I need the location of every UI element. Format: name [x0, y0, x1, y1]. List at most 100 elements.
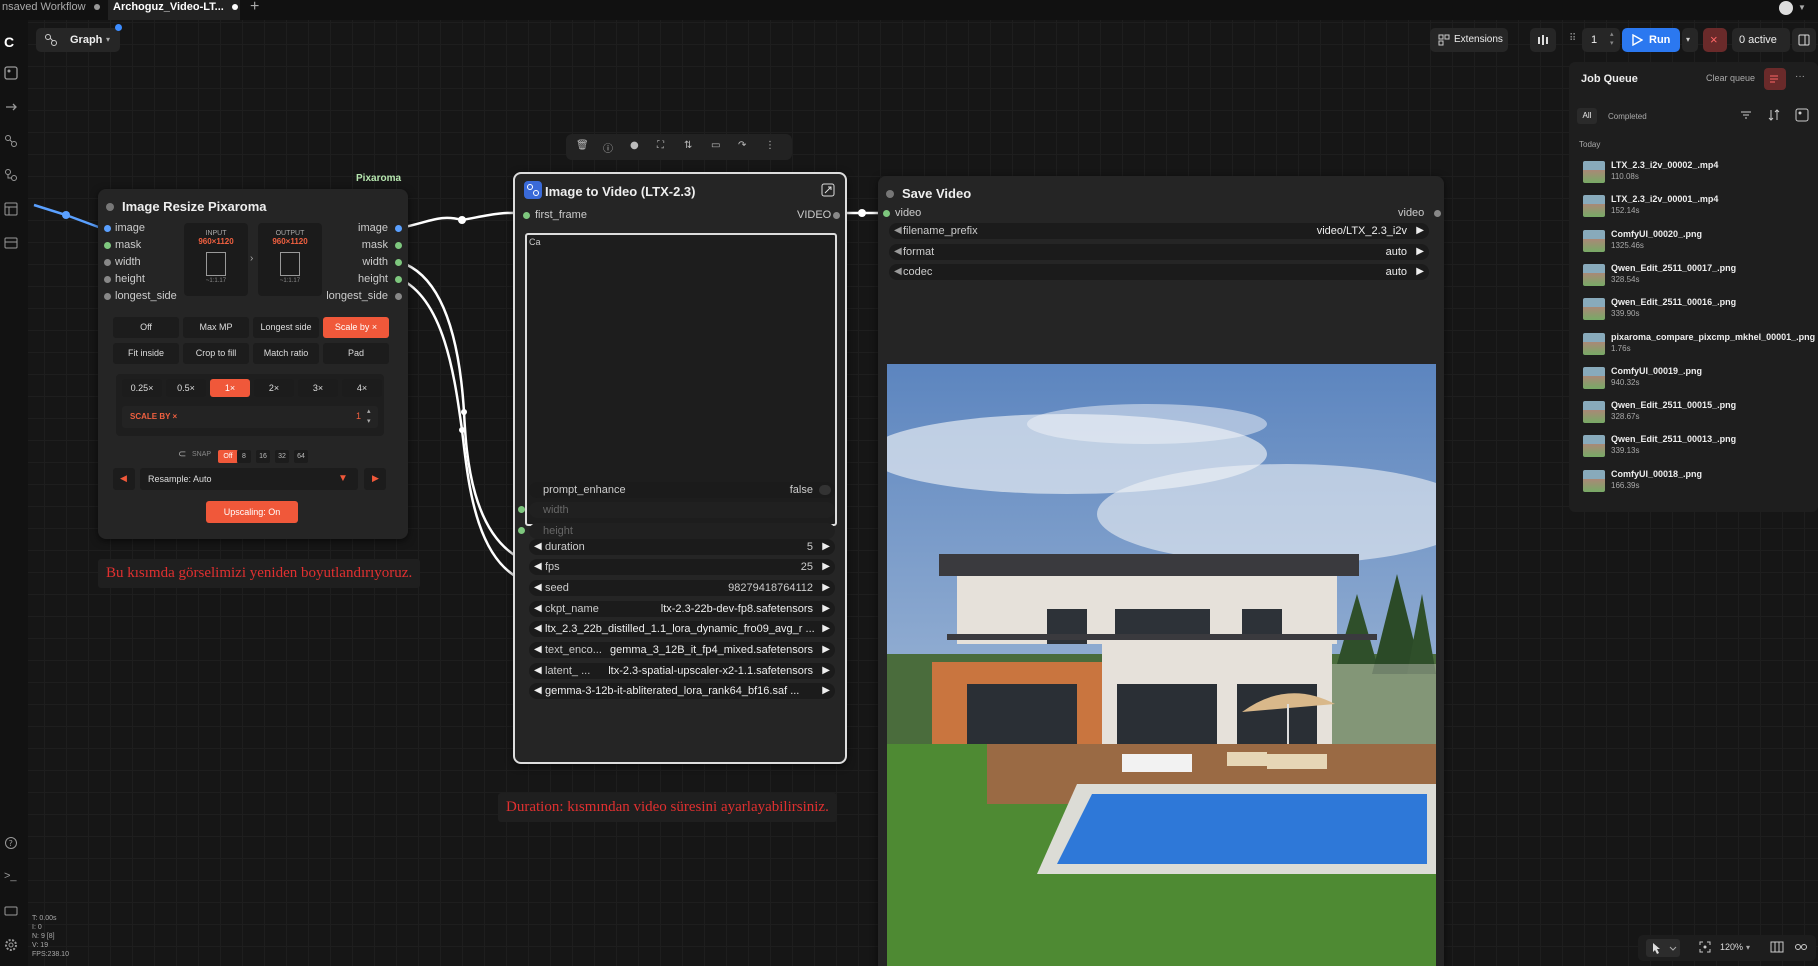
comfyui-canvas[interactable]: nsaved Workflow Archoguz_Video-LT... + ▼…	[0, 0, 1818, 966]
triangle-right-icon[interactable]: ▶	[822, 580, 830, 596]
input-dot-width[interactable]	[104, 259, 111, 266]
node-collapse-dot[interactable]	[886, 190, 894, 198]
queue-item[interactable]: Qwen_Edit_2511_00017_.png 328.54s	[1583, 261, 1813, 291]
snap-option[interactable]: 32	[275, 450, 289, 463]
output-dot-longest_side[interactable]	[395, 293, 402, 300]
triangle-right-icon[interactable]: ▶	[822, 559, 830, 575]
widget-lora[interactable]: ◀ ▶ ltx_2.3_22b_distilled_1.1_lora_dynamic…	[529, 621, 835, 637]
triangle-left-icon[interactable]: ◀	[534, 539, 542, 555]
sort-icon[interactable]	[1767, 108, 1781, 122]
output-dot-mask[interactable]	[395, 242, 402, 249]
widget-seed[interactable]: ◀ ▶ seed 98279418764112	[529, 580, 835, 596]
upscaling-toggle[interactable]: Upscaling: On	[206, 501, 298, 523]
output-dot-image[interactable]	[395, 225, 402, 232]
widget-fps[interactable]: ◀ ▶ fps 25	[529, 559, 835, 575]
fit-button[interactable]: Crop to fill	[183, 343, 249, 364]
note-duration[interactable]: Duration: kısmından video süresini ayarl…	[498, 793, 837, 822]
adjust-icon[interactable]: ⇅	[684, 140, 692, 151]
triangle-left-icon[interactable]: ◀	[534, 580, 542, 596]
triangle-left-icon[interactable]: ◀	[534, 601, 542, 617]
scale-button[interactable]: 3×	[298, 379, 338, 397]
image-resize-node[interactable]: Image Resize Pixaroma image mask width heig…	[98, 189, 408, 539]
widget-codec[interactable]: ◀ ▶ codec auto	[889, 264, 1429, 280]
video-output-dot[interactable]	[1434, 210, 1441, 217]
resample-prev-button[interactable]: ◀	[113, 468, 135, 490]
filter-completed-tab[interactable]: Completed	[1608, 112, 1647, 121]
video-preview-image[interactable]	[887, 364, 1436, 966]
triangle-right-icon[interactable]: ▶	[822, 621, 830, 637]
mode-button[interactable]: Scale by ×	[323, 317, 389, 338]
snap-option[interactable]: Off	[218, 450, 238, 463]
scale-button[interactable]: 0.5×	[166, 379, 206, 397]
output-dot-width[interactable]	[395, 259, 402, 266]
node-collapse-dot[interactable]	[106, 203, 114, 211]
chevron-down-icon[interactable]: ▾	[1746, 943, 1750, 952]
color-icon[interactable]: ●	[630, 140, 639, 151]
input-dot-mask[interactable]	[104, 242, 111, 249]
input-dot-longest_side[interactable]	[104, 293, 111, 300]
snap-option[interactable]: 64	[294, 450, 308, 463]
scale-by-field[interactable]: SCALE BY × 1 ▴ ▾	[122, 406, 378, 428]
triangle-left-icon[interactable]: ◀	[534, 559, 542, 575]
scale-button[interactable]: 1×	[210, 379, 250, 397]
snap-option[interactable]: 8	[237, 450, 251, 463]
widget-filename-prefix[interactable]: ◀ ▶ filename_prefix video/LTX_2.3_i2v	[889, 223, 1429, 239]
image-to-video-node[interactable]: Image to Video (LTX-2.3) first_frame VID…	[513, 172, 847, 764]
note-resize[interactable]: Bu kısımda görselimizi yeniden boyutland…	[98, 559, 421, 588]
bookmark-icon[interactable]: ▭	[711, 140, 720, 151]
queue-item[interactable]: LTX_2.3_i2v_00002_.mp4 110.08s	[1583, 158, 1813, 188]
filter-all-tab[interactable]: All	[1577, 108, 1597, 124]
scale-button[interactable]: 0.25×	[122, 379, 162, 397]
trash-icon[interactable]: 🗑	[576, 140, 589, 151]
widget-prompt-enhance[interactable]: prompt_enhance false	[529, 482, 835, 498]
widget-duration[interactable]: ◀ ▶ duration 5	[529, 539, 835, 555]
input-dot-height[interactable]	[104, 276, 111, 283]
info-icon[interactable]: ⓘ	[603, 140, 613, 155]
queue-item[interactable]: Qwen_Edit_2511_00013_.png 339.13s	[1583, 432, 1813, 462]
fit-view-icon[interactable]	[1698, 940, 1712, 954]
scale-button[interactable]: 2×	[254, 379, 294, 397]
zoom-level[interactable]: 120%	[1720, 942, 1743, 952]
widget-ckpt-name[interactable]: ◀ ▶ ckpt_name ltx-2.3-22b-dev-fp8.safetenso…	[529, 601, 835, 617]
video-input-dot[interactable]	[883, 210, 890, 217]
triangle-right-icon[interactable]: ▶	[822, 683, 830, 699]
gallery-icon[interactable]	[1795, 108, 1809, 122]
triangle-left-icon[interactable]: ◀	[534, 683, 542, 699]
widget-format[interactable]: ◀ ▶ format auto	[889, 243, 1429, 260]
scale-button[interactable]: 4×	[342, 379, 382, 397]
mode-button[interactable]: Longest side	[253, 317, 319, 338]
widget-lora[interactable]: ◀ ▶ gemma-3-12b-it-abliterated_lora_rank64…	[529, 683, 835, 699]
mode-button[interactable]: Max MP	[183, 317, 249, 338]
triangle-right-icon[interactable]: ▶	[1416, 244, 1424, 260]
triangle-right-icon[interactable]: ▶	[822, 539, 830, 555]
more-icon[interactable]: ⋮	[765, 140, 775, 151]
widget-input-dot[interactable]	[518, 527, 525, 534]
widget-width[interactable]: width	[518, 502, 835, 518]
queue-item[interactable]: LTX_2.3_i2v_00001_.mp4 152.14s	[1583, 192, 1813, 222]
first-frame-input-dot[interactable]	[523, 212, 530, 219]
input-dot-image[interactable]	[104, 225, 111, 232]
widget-input-dot[interactable]	[518, 506, 525, 513]
widget-latent-[interactable]: ◀ ▶ latent_ ... ltx-2.3-spatial-upscaler-x2…	[529, 663, 835, 679]
minimap-icon[interactable]	[1770, 940, 1784, 954]
triangle-left-icon[interactable]: ◀	[534, 642, 542, 658]
widget-text-enco-[interactable]: ◀ ▶ text_enco... gemma_3_12B_it_fp4_mixed.s…	[529, 642, 835, 658]
filter-icon[interactable]	[1739, 108, 1753, 122]
resample-select[interactable]: Resample: Auto ▼	[140, 468, 358, 490]
more-icon[interactable]: ···	[1795, 71, 1805, 82]
snap-option[interactable]: 16	[256, 450, 270, 463]
triangle-right-icon[interactable]: ▶	[822, 601, 830, 617]
triangle-left-icon[interactable]: ◀	[534, 663, 542, 679]
video-output-dot[interactable]	[833, 212, 840, 219]
triangle-left-icon[interactable]: ◀	[894, 264, 902, 280]
triangle-right-icon[interactable]: ▶	[822, 642, 830, 658]
toggle-switch[interactable]	[819, 485, 831, 495]
select-tool-button[interactable]	[1646, 939, 1680, 957]
fit-button[interactable]: Pad	[323, 343, 389, 364]
save-video-node[interactable]: Save Video video video ◀ ▶ filename_prefix…	[878, 176, 1444, 966]
redo-icon[interactable]: ↷	[738, 140, 746, 151]
clear-queue-icon-button[interactable]	[1764, 68, 1786, 90]
triangle-right-icon[interactable]: ▶	[1416, 264, 1424, 280]
triangle-left-icon[interactable]: ◀	[534, 621, 542, 637]
link-visibility-icon[interactable]	[1794, 940, 1808, 954]
